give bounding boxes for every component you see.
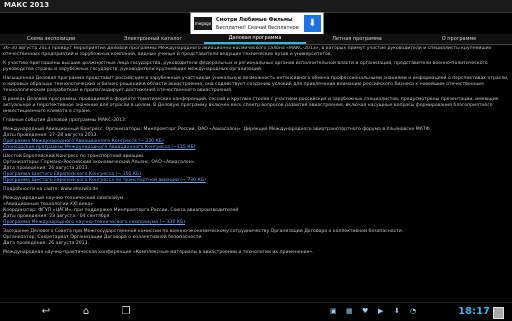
download-icon: ⬇ <box>394 307 400 315</box>
business-program-content[interactable]: 26–30 августа 2013 пройдут мероприятия Д… <box>3 46 509 302</box>
recents-icon[interactable]: ❐ <box>116 306 136 318</box>
ad-line-2: Бесплатно! Скачай бесплатное <box>216 25 299 31</box>
clock: 18:17 <box>458 306 490 317</box>
participants-paragraph: К участию приглашены высшие должностные … <box>3 61 488 72</box>
ad-banner[interactable]: megogo Смотри Любимые Фильмы Бесплатно! … <box>190 12 324 36</box>
system-navigation-bar: ↩ ⌂ ❐ ▣ ▦ ♥ ▶ ⬇ ◔ 18:17 <box>0 302 512 321</box>
app-title: МАКС 2013 <box>4 1 50 9</box>
events-heading: Главные события Деловой программы МАКС-2… <box>3 118 127 123</box>
download-arrow-icon[interactable]: ⬇ <box>304 15 321 32</box>
wifi-icon: ◔ <box>410 307 417 315</box>
event-aviation-congress: Международный Авиационный Конгресс. Орга… <box>3 127 509 151</box>
video-icon: ▶ <box>378 307 384 315</box>
program-link-transport[interactable]: Программа Шестого Европейского Конгресса… <box>3 178 206 183</box>
sponsor-program-link[interactable]: Спонсорские программы Международного Ави… <box>3 145 196 150</box>
heart-icon: ♥ <box>362 307 369 315</box>
tab-about[interactable]: О программе <box>408 34 510 44</box>
image-icon: ▦ <box>346 307 353 315</box>
home-icon[interactable]: ⌂ <box>76 306 96 318</box>
ad-line-1: Смотри Любимые Фильмы <box>216 17 293 23</box>
event-symposium: Международный научно-технический симпози… <box>3 196 509 226</box>
program-description-paragraph: Насыщенная Деловая программа представит … <box>3 76 509 93</box>
tab-electronic-catalog[interactable]: Электронный каталог <box>102 34 204 44</box>
notification-icon: ▣ <box>330 307 337 315</box>
program-link[interactable]: Программа Международного научно-техничес… <box>3 220 185 225</box>
ad-logo: megogo <box>194 17 212 30</box>
event-european-congress: Шестой Европейский Конгресс по транспорт… <box>3 154 509 193</box>
event-materials-conference: Международная научно-практическая конфер… <box>3 250 314 255</box>
battery-icon <box>493 307 504 319</box>
back-arrow-icon[interactable]: ↩ <box>36 306 56 318</box>
format-paragraph: В рамках Деловой программы, проводимой в… <box>3 97 499 114</box>
intro-paragraph: 26–30 августа 2013 пройдут мероприятия Д… <box>3 46 492 57</box>
program-link[interactable]: Программа Международного Авиационного Ко… <box>3 139 164 144</box>
tab-business-program[interactable]: Деловая программа <box>204 34 306 44</box>
tab-exposition-scheme[interactable]: Схема экспозиции <box>0 34 102 44</box>
tab-bar: Схема экспозиции Электронный каталог Дел… <box>0 34 512 45</box>
program-link[interactable]: Программа Шестого Европейского Конгресса… <box>3 172 141 177</box>
event-business-council: Заседание Делового Совета при Межгосудар… <box>3 229 509 247</box>
tab-flight-program[interactable]: Летная программа <box>306 34 408 44</box>
